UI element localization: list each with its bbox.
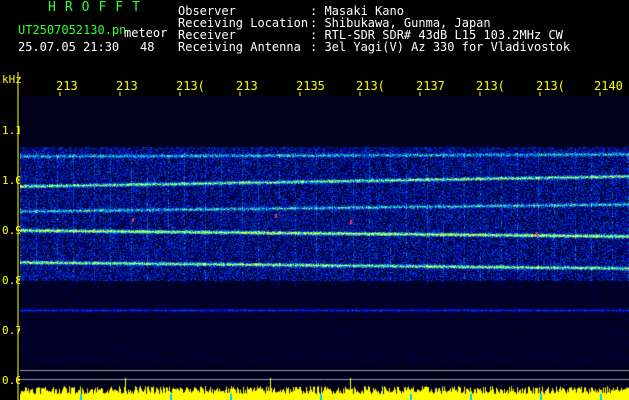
spectrogram-canvas[interactable] bbox=[20, 96, 629, 400]
